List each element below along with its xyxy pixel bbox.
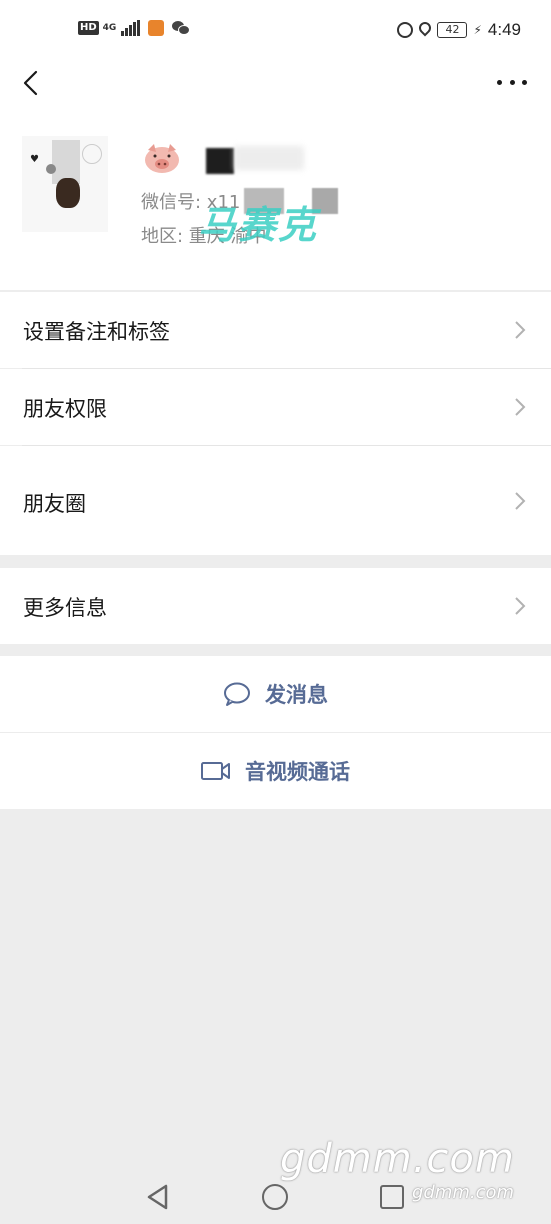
mosaic-watermark: 马赛克 bbox=[198, 203, 319, 247]
status-right: 42 ⚡ 4:49 bbox=[397, 20, 521, 40]
send-message-label: 发消息 bbox=[265, 683, 328, 707]
pig-emoji-icon bbox=[142, 142, 182, 174]
avatar[interactable]: ♥ bbox=[22, 136, 108, 232]
more-info-label: 更多信息 bbox=[23, 596, 107, 620]
video-call-button[interactable]: 音视频通话 bbox=[0, 733, 551, 809]
chevron-right-icon bbox=[513, 491, 527, 511]
hd-badge: HD bbox=[78, 21, 99, 35]
alarm-icon bbox=[397, 22, 414, 38]
friend-permissions-label: 朋友权限 bbox=[23, 397, 107, 421]
battery-icon: 42 bbox=[437, 22, 468, 38]
moments-label: 朋友圈 bbox=[23, 492, 86, 516]
chat-bubble-icon bbox=[223, 681, 251, 707]
video-call-label: 音视频通话 bbox=[245, 760, 350, 784]
network-type: 4G bbox=[102, 22, 117, 33]
charging-icon: ⚡ bbox=[473, 23, 482, 37]
more-info-row[interactable]: 更多信息 bbox=[0, 568, 551, 644]
clock: 4:49 bbox=[487, 20, 521, 39]
send-message-button[interactable]: 发消息 bbox=[0, 656, 551, 732]
signal-icon bbox=[120, 20, 140, 36]
friend-permissions-row[interactable]: 朋友权限 bbox=[0, 369, 551, 445]
back-icon[interactable] bbox=[20, 70, 44, 96]
profile-header: ♥ 微信号: x11 3 地区: 重庆 渝中 马赛克 bbox=[0, 60, 551, 290]
set-remark-row[interactable]: 设置备注和标签 bbox=[0, 292, 551, 368]
nickname-mosaic bbox=[206, 148, 234, 174]
more-options-icon[interactable] bbox=[497, 76, 527, 88]
chevron-right-icon bbox=[513, 320, 527, 340]
nav-home-icon[interactable] bbox=[262, 1184, 288, 1210]
status-left: HD 4G bbox=[78, 20, 190, 36]
nav-back-icon[interactable] bbox=[146, 1184, 170, 1210]
nickname-mosaic-light bbox=[234, 146, 304, 170]
system-nav-bar bbox=[0, 1164, 551, 1224]
nickname-row bbox=[140, 140, 500, 174]
moments-row[interactable]: 朋友圈 bbox=[0, 446, 551, 555]
heart-icon: ♥ bbox=[30, 154, 39, 165]
chevron-right-icon bbox=[513, 596, 527, 616]
nav-recent-icon[interactable] bbox=[380, 1185, 404, 1209]
chevron-right-icon bbox=[513, 397, 527, 417]
wechat-notification-icon bbox=[171, 21, 190, 35]
set-remark-label: 设置备注和标签 bbox=[23, 320, 170, 344]
status-bar: HD 4G 42 ⚡ 4:49 bbox=[0, 0, 551, 60]
video-camera-icon bbox=[201, 761, 231, 781]
app-notification-icon bbox=[147, 20, 164, 36]
location-icon bbox=[419, 22, 431, 38]
